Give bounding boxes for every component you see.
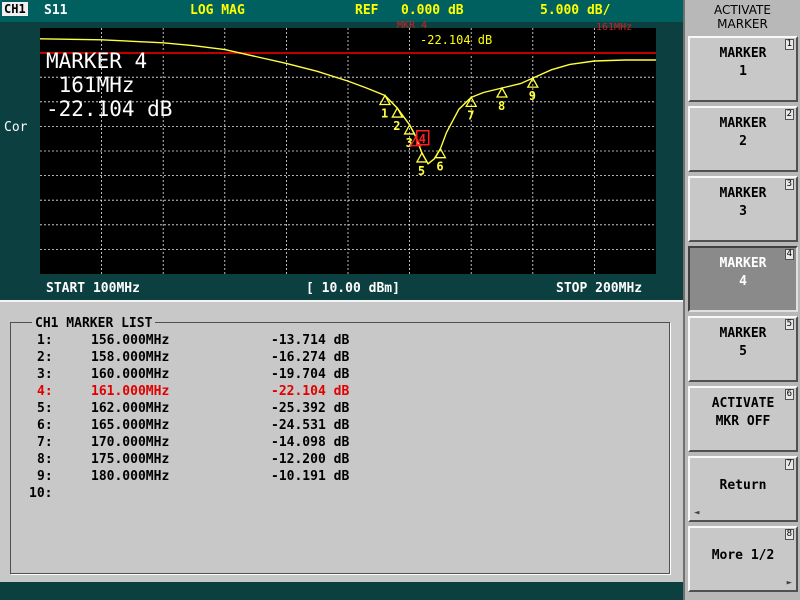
analyzer-display: CH1 S11 LOG MAG REF 0.000 dB 5.000 dB/ 1… [0,0,683,600]
marker-label: 2 [393,119,400,133]
marker-label: 4 [419,132,426,146]
marker-frequency: 165.000MHz [91,418,170,433]
table-row: 7: 170.000MHz -14.098 dB [11,435,671,452]
marker-frequency: 180.000MHz [91,469,170,484]
correction-indicator: Cor [4,120,28,135]
marker-frequency: 175.000MHz [91,452,170,467]
softkey-sublabel: 4 [739,274,747,289]
activate-mkr-off-button[interactable]: 6 ACTIVATE MKR OFF [688,386,798,452]
marker-list-title: CH1 MARKER LIST [32,316,156,331]
source-power: [ 10.00 dBm] [306,281,400,296]
softkey-label: ACTIVATE [711,396,775,411]
marker-index: 9: [37,469,53,484]
active-marker-frequency: 161MHz [46,73,135,97]
softkey-sublabel: 2 [739,134,747,149]
marker-index: 2: [37,350,53,365]
active-marker-title: MARKER 4 [46,49,148,73]
start-frequency: START 100MHz [46,281,140,296]
plot-footer: START 100MHz [ 10.00 dBm] STOP 200MHz [0,278,683,298]
marker-index: 4: [37,384,53,399]
softkey-label: MARKER [719,186,767,201]
table-row: 10: [11,486,671,503]
softkey-sublabel: 5 [739,344,747,359]
marker-5-button[interactable]: 5 MARKER 5 [688,316,798,382]
marker-list-frame: 1: 156.000MHz -13.714 dB 2: 158.000MHz -… [10,322,670,574]
softkey-label: MARKER [719,46,767,61]
trace-plot: 123 45 6789 [39,22,668,278]
table-row: 5: 162.000MHz -25.392 dB [11,401,671,418]
marker-frequency: 162.000MHz [91,401,170,416]
marker-frequency: 160.000MHz [91,367,170,382]
table-row: 9: 180.000MHz -10.191 dB [11,469,671,486]
softkey-sublabel: 1 [739,64,747,79]
marker-value: -10.191 dB [271,469,350,484]
marker-annotation-frequency: 161MHz [596,22,633,33]
table-row: 1: 156.000MHz -13.714 dB [11,333,671,350]
softkey-number: 7 [784,459,794,470]
marker-label: 5 [418,164,425,178]
softkey-label: MARKER [719,116,767,131]
marker-list-panel: 1: 156.000MHz -13.714 dB 2: 158.000MHz -… [0,300,683,582]
stop-frequency: STOP 200MHz [556,281,643,296]
table-row: 3: 160.000MHz -19.704 dB [11,367,671,384]
marker-value: -13.714 dB [271,333,350,348]
marker-index: 3: [37,367,53,382]
marker-frequency: 161.000MHz [91,384,170,399]
menu-title: ACTIVATE MARKER [685,3,800,31]
arrow-left-icon: ◄ [694,508,700,518]
marker-value: -19.704 dB [271,367,350,382]
marker-label: 8 [498,99,505,113]
menu-title-line1: ACTIVATE [714,3,771,17]
softkey-label: Return [719,478,767,493]
softkey-label: MARKER [719,326,767,341]
marker-value: -24.531 dB [271,418,350,433]
marker-index: 5: [37,401,53,416]
marker-value: -12.200 dB [271,452,350,467]
active-marker-value: -22.104 dB [46,97,173,121]
marker-label: 1 [381,106,388,120]
marker-index: 7: [37,435,53,450]
marker-annotation-value: -22.104 dB [420,33,493,47]
arrow-right-icon: ► [786,578,792,588]
softkey-sublabel: MKR OFF [715,414,771,429]
table-row: 6: 165.000MHz -24.531 dB [11,418,671,435]
marker-annotation-label: MKR 4 [397,20,428,31]
softkey-number: 8 [784,529,794,540]
menu-title-line2: MARKER [717,17,768,31]
marker-3-button[interactable]: 3 MARKER 3 [688,176,798,242]
more-button[interactable]: 8 More 1/2 ► [688,526,798,592]
marker-index: 8: [37,452,53,467]
bottom-strip [0,582,683,600]
marker-index: 6: [37,418,53,433]
marker-label: 6 [436,160,443,174]
marker-label: 7 [467,108,474,122]
softkey-label: MARKER [719,256,767,271]
softkey-panel: ACTIVATE MARKER 1 MARKER 1 2 MARKER 2 3 … [683,0,800,600]
marker-index: 10: [29,486,53,501]
table-row: 2: 158.000MHz -16.274 dB [11,350,671,367]
marker-1-button[interactable]: 1 MARKER 1 [688,36,798,102]
marker-value: -14.098 dB [271,435,350,450]
marker-frequency: 158.000MHz [91,350,170,365]
table-row-active: 4: 161.000MHz -22.104 dB [11,384,671,401]
table-row: 8: 175.000MHz -12.200 dB [11,452,671,469]
marker-value: -16.274 dB [271,350,350,365]
return-button[interactable]: 7 Return ◄ [688,456,798,522]
marker-frequency: 156.000MHz [91,333,170,348]
softkey-sublabel: 3 [739,204,747,219]
marker-value: -25.392 dB [271,401,350,416]
marker-index: 1: [37,333,53,348]
marker-4-button[interactable]: 4 MARKER 4 [688,246,798,312]
marker-2-button[interactable]: 2 MARKER 2 [688,106,798,172]
marker-value: -22.104 dB [271,384,350,399]
softkey-label: More 1/2 [711,548,775,563]
marker-label: 9 [529,89,536,103]
marker-frequency: 170.000MHz [91,435,170,450]
